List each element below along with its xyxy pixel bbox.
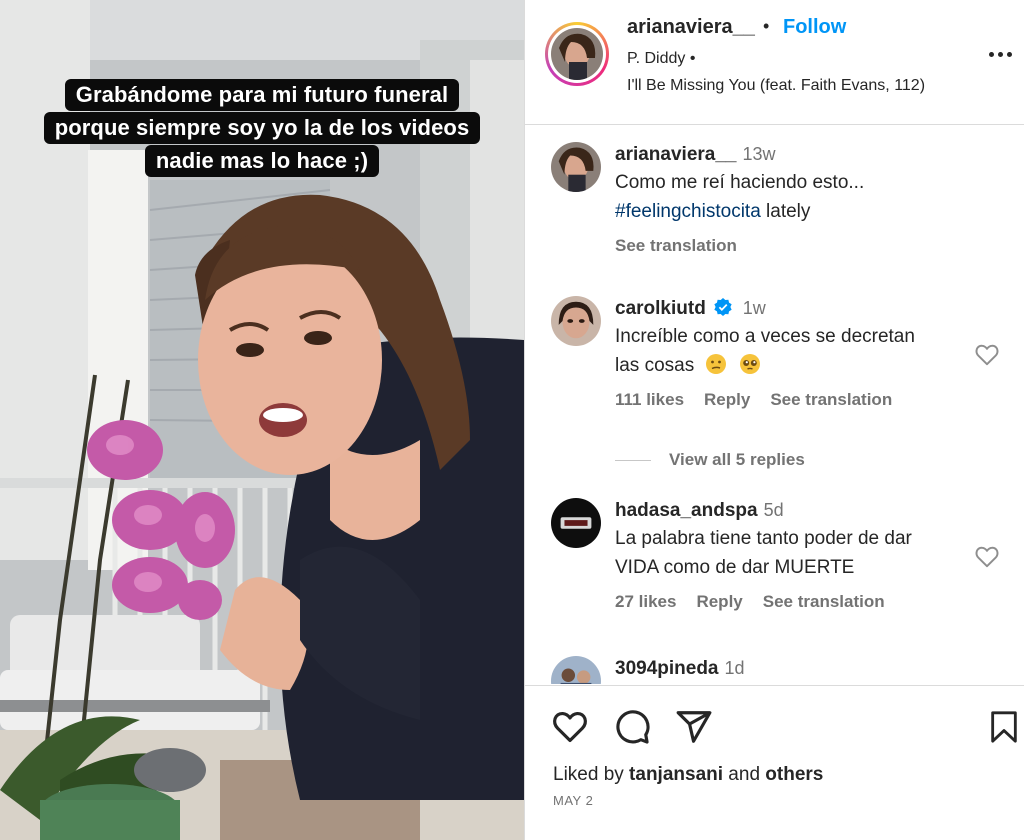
reply-button[interactable]: Reply (696, 592, 742, 611)
follow-button[interactable]: Follow (783, 16, 846, 39)
comment-username[interactable]: hadasa_andspa (615, 500, 758, 521)
liked-by-others-link[interactable]: others (765, 764, 823, 785)
comment-avatar[interactable] (551, 498, 601, 548)
comment-avatar[interactable] (551, 142, 601, 192)
comment-text: las cosas (615, 355, 695, 376)
comment-username[interactable]: arianaviera__ (615, 144, 737, 165)
comment-avatar[interactable] (551, 656, 601, 684)
post-panel: arianaviera__ • Follow P. Diddy • I'll B… (524, 0, 1024, 840)
author-avatar[interactable] (545, 22, 609, 86)
post-date[interactable]: MAY 2 (553, 793, 593, 808)
separator-dot: • (763, 16, 770, 36)
bookmark-icon[interactable] (987, 708, 1021, 746)
more-icon[interactable] (986, 44, 1014, 64)
pleading-face-emoji-icon (739, 354, 760, 374)
audio-track[interactable]: I'll Be Missing You (feat. Faith Evans, … (627, 77, 925, 95)
author-username[interactable]: arianaviera__ (627, 16, 755, 39)
share-icon[interactable] (675, 708, 713, 746)
caption-line: porque siempre soy yo la de los videos (43, 112, 481, 144)
avatar-image (551, 296, 601, 346)
view-replies-label: View all 5 replies (669, 450, 805, 469)
post-actions: Liked by tanjansani and others MAY 2 (525, 685, 1024, 840)
comment-time[interactable]: 5d (764, 500, 784, 520)
see-translation-link[interactable]: See translation (763, 592, 885, 611)
like-comment-heart-icon[interactable] (974, 544, 1000, 570)
avatar-image (551, 142, 601, 192)
comment-time[interactable]: 1w (743, 298, 766, 318)
post-header: arianaviera__ • Follow P. Diddy • I'll B… (525, 0, 1024, 125)
author-avatar-image (551, 28, 603, 80)
audio-artist[interactable]: P. Diddy • (627, 50, 695, 68)
confused-face-emoji-icon (706, 354, 727, 374)
avatar-image (551, 498, 601, 548)
comment-text: VIDA como de dar MUERTE (615, 557, 855, 578)
view-replies-button[interactable]: View all 5 replies (615, 450, 805, 470)
comment-icon[interactable] (613, 708, 651, 746)
comment-likes-count[interactable]: 27 likes (615, 592, 676, 611)
comment-time[interactable]: 13w (743, 144, 776, 164)
comment-text: La palabra tiene tanto poder de dar (615, 528, 912, 549)
reply-button[interactable]: Reply (704, 390, 750, 409)
video-caption: Grabándome para mi futuro funeral porque… (0, 78, 524, 177)
comment-text: Como me reí haciendo esto... (615, 172, 865, 193)
comment-text: lately (760, 201, 811, 222)
see-translation-link[interactable]: See translation (615, 236, 975, 256)
comment-username[interactable]: carolkiutd (615, 298, 706, 319)
post-media[interactable]: Grabándome para mi futuro funeral porque… (0, 0, 524, 840)
caption-line: nadie mas lo hace ;) (144, 145, 380, 177)
comment-avatar[interactable] (551, 296, 601, 346)
comment-time[interactable]: 1d (725, 658, 745, 678)
liked-by-summary: Liked by tanjansani and others (553, 764, 823, 786)
liked-by-and: and (723, 764, 766, 785)
verified-badge-icon (714, 298, 732, 316)
liked-by-prefix: Liked by (553, 764, 630, 785)
hashtag-link[interactable]: #feelingchistocita (615, 201, 761, 222)
heart-icon[interactable] (551, 708, 589, 746)
comments-list[interactable]: arianaviera__ 13w Como me reí haciendo es… (525, 126, 1024, 684)
comment-username[interactable]: 3094pineda (615, 658, 719, 679)
comment-text: Increíble como a veces se decretan (615, 326, 915, 347)
like-comment-heart-icon[interactable] (974, 342, 1000, 368)
avatar-image (551, 656, 601, 684)
comment-likes-count[interactable]: 111 likes (615, 390, 684, 409)
caption-line: Grabándome para mi futuro funeral (64, 79, 460, 111)
liked-by-user-link[interactable]: tanjansani (629, 764, 723, 785)
see-translation-link[interactable]: See translation (770, 390, 892, 409)
